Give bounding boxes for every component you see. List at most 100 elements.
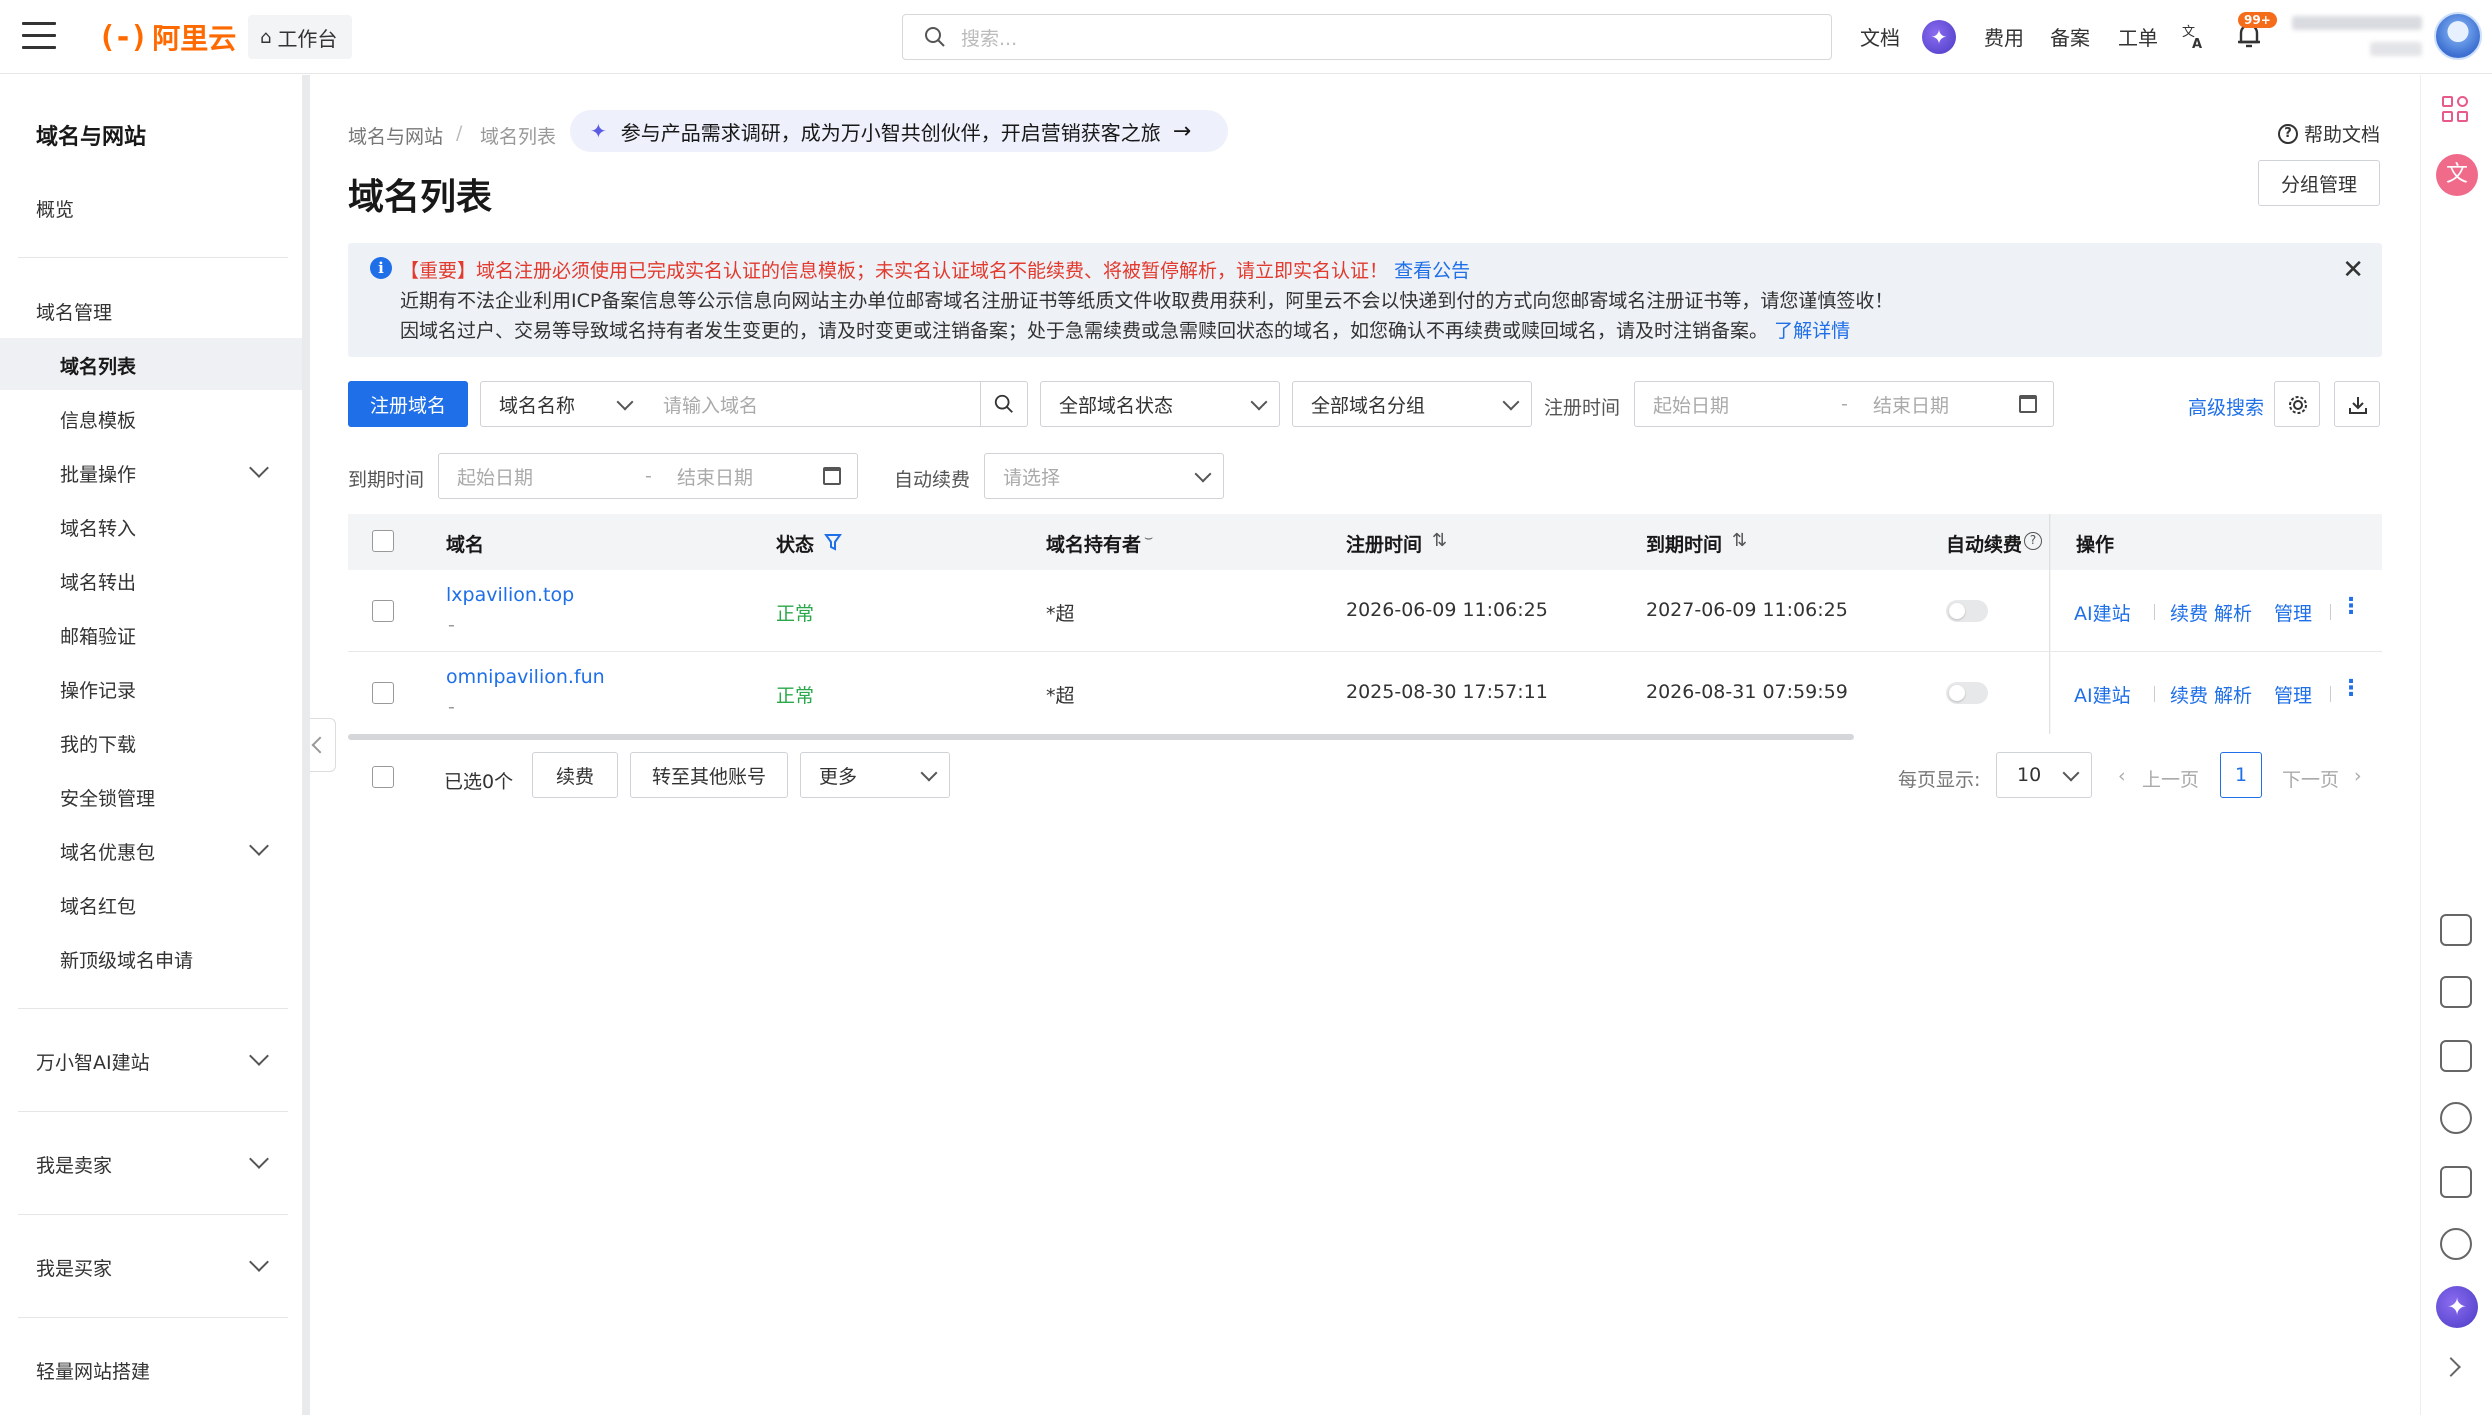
translate-assistant-icon[interactable]: 文	[2436, 154, 2478, 196]
op-manage[interactable]: 管理	[2274, 599, 2312, 626]
row-checkbox[interactable]	[372, 682, 394, 704]
more-vertical-icon[interactable]: ⋮	[2340, 676, 2362, 701]
select-all-checkbox[interactable]	[372, 530, 394, 552]
sidebar-group-seller[interactable]: 我是卖家	[36, 1151, 112, 1178]
sidebar-item-transfer-out[interactable]: 域名转出	[60, 568, 136, 595]
sidebar-item-downloads[interactable]: 我的下载	[60, 730, 136, 757]
expire-date-range-picker[interactable]: 起始日期 - 结束日期	[438, 453, 858, 499]
sidebar-item-security-lock[interactable]: 安全锁管理	[60, 784, 155, 811]
apps-grid-icon[interactable]	[2442, 96, 2470, 124]
filter-icon[interactable]	[824, 532, 842, 552]
settings-button[interactable]	[2274, 381, 2320, 427]
api-icon[interactable]	[2440, 976, 2472, 1008]
sidebar-item-overview[interactable]: 概览	[36, 195, 74, 222]
sidebar-group-ai-site[interactable]: 万小智AI建站	[36, 1048, 150, 1075]
translate-icon[interactable]: 文A	[2180, 22, 2208, 50]
sidebar-item-new-tld[interactable]: 新顶级域名申请	[60, 946, 193, 973]
op-dns[interactable]: 解析	[2214, 681, 2252, 708]
domain-link[interactable]: lxpavilion.top	[446, 584, 574, 606]
op-dns[interactable]: 解析	[2214, 599, 2252, 626]
help-docs-link[interactable]: ? 帮助文档	[2278, 120, 2380, 147]
auto-renew-select[interactable]: 请选择	[984, 453, 1224, 499]
sidebar-group-light-site[interactable]: 轻量网站搭建	[36, 1357, 150, 1384]
close-icon[interactable]: ✕	[2342, 255, 2364, 285]
op-ai-site[interactable]: AI建站	[2074, 599, 2131, 626]
domain-status-select[interactable]: 全部域名状态	[1040, 381, 1280, 427]
nav-filing[interactable]: 备案	[2050, 22, 2090, 51]
domain-link[interactable]: omnipavilion.fun	[446, 666, 605, 688]
menu-icon[interactable]	[22, 22, 56, 50]
sidebar-item-red-packet[interactable]: 域名红包	[60, 892, 136, 919]
more-actions-select[interactable]: 更多	[800, 752, 950, 798]
account-name-blurred[interactable]	[2292, 16, 2422, 30]
row-checkbox[interactable]	[372, 600, 394, 622]
edit-icon[interactable]	[2440, 1166, 2472, 1198]
eye-closed-icon[interactable]: ⌣	[1144, 530, 1153, 546]
ai-assistant-icon[interactable]: ✦	[2436, 1286, 2478, 1328]
nav-ticket[interactable]: 工单	[2118, 22, 2158, 51]
search-button[interactable]	[980, 381, 1028, 427]
gear-icon[interactable]	[2440, 1102, 2472, 1134]
chevron-down-icon[interactable]	[249, 836, 269, 856]
domain-group-select[interactable]: 全部域名分组	[1292, 381, 1532, 427]
chevron-down-icon[interactable]	[249, 1046, 269, 1066]
domain-search-input[interactable]: 请输入域名	[645, 381, 981, 427]
date-separator: -	[645, 465, 652, 487]
document-icon[interactable]	[2440, 914, 2472, 946]
op-renew[interactable]: 续费	[2170, 599, 2208, 626]
table-horizontal-scrollbar[interactable]	[348, 734, 1854, 740]
question-icon[interactable]: ?	[2024, 532, 2042, 550]
chevron-down-icon[interactable]	[249, 458, 269, 478]
chevron-down-icon[interactable]	[249, 1252, 269, 1272]
aliyun-logo[interactable]: (-) 阿里云	[98, 18, 236, 56]
chevron-down-icon[interactable]	[249, 1149, 269, 1169]
sidebar-item-info-template[interactable]: 信息模板	[60, 406, 136, 433]
sidebar-collapse-handle[interactable]	[310, 718, 336, 772]
sidebar-group-buyer[interactable]: 我是买家	[36, 1254, 112, 1281]
prev-page-button[interactable]: 上一页	[2142, 765, 2199, 792]
sort-icon[interactable]: ⇅	[1732, 530, 1747, 551]
sidebar-item-batch[interactable]: 批量操作	[60, 460, 136, 487]
download-button[interactable]	[2334, 381, 2380, 427]
op-ai-site[interactable]: AI建站	[2074, 681, 2131, 708]
terminal-icon[interactable]	[2440, 1040, 2472, 1072]
headset-icon[interactable]	[2440, 1228, 2472, 1260]
footer-select-all-checkbox[interactable]	[372, 766, 394, 788]
sort-icon[interactable]: ⇅	[1432, 530, 1447, 551]
next-page-button[interactable]: 下一页	[2282, 765, 2339, 792]
sidebar-item-email-verify[interactable]: 邮箱验证	[60, 622, 136, 649]
sidebar-item-domain-list[interactable]: 域名列表	[60, 352, 136, 379]
notice-line-2: 近期有不法企业利用ICP备案信息等公示信息向网站主办单位邮寄域名注册证书等纸质文…	[400, 290, 1894, 312]
sidebar-item-discount-pack[interactable]: 域名优惠包	[60, 838, 155, 865]
sidebar-item-transfer-in[interactable]: 域名转入	[60, 514, 136, 541]
workbench-button[interactable]: ⌂ 工作台	[248, 15, 352, 59]
auto-renew-toggle[interactable]	[1946, 600, 1988, 622]
search-icon	[925, 27, 945, 47]
transfer-account-button[interactable]: 转至其他账号	[630, 752, 788, 798]
nav-billing[interactable]: 费用	[1984, 22, 2024, 51]
sidebar-scrollbar[interactable]	[302, 75, 310, 1415]
op-manage[interactable]: 管理	[2274, 681, 2312, 708]
page-size-select[interactable]: 10	[1996, 752, 2092, 798]
register-domain-button[interactable]: 注册域名	[348, 381, 468, 427]
breadcrumb-root[interactable]: 域名与网站	[348, 122, 443, 149]
avatar[interactable]	[2434, 12, 2482, 60]
learn-more-link[interactable]: 了解详情	[1774, 320, 1850, 342]
page-1-button[interactable]: 1	[2220, 752, 2262, 798]
search-type-select[interactable]: 域名名称	[480, 381, 646, 427]
global-search-input[interactable]: 搜索...	[902, 14, 1832, 60]
more-vertical-icon[interactable]: ⋮	[2340, 594, 2362, 619]
ai-assistant-icon[interactable]: ✦	[1922, 20, 1956, 54]
view-announcement-link[interactable]: 查看公告	[1394, 260, 1470, 282]
group-manage-button[interactable]: 分组管理	[2258, 160, 2380, 206]
auto-renew-toggle[interactable]	[1946, 682, 1988, 704]
nav-docs[interactable]: 文档	[1860, 22, 1900, 51]
sidebar-item-op-log[interactable]: 操作记录	[60, 676, 136, 703]
brand-name: 阿里云	[152, 22, 237, 55]
advanced-search-link[interactable]: 高级搜索	[2188, 393, 2264, 420]
op-renew[interactable]: 续费	[2170, 681, 2208, 708]
reg-date-range-picker[interactable]: 起始日期 - 结束日期	[1634, 381, 2054, 427]
batch-renew-button[interactable]: 续费	[532, 752, 618, 798]
sidebar-section-domain-manage: 域名管理	[36, 302, 113, 324]
survey-promo-banner[interactable]: ✦ 参与产品需求调研，成为万小智共创伙伴，开启营销获客之旅 →	[570, 110, 1228, 152]
